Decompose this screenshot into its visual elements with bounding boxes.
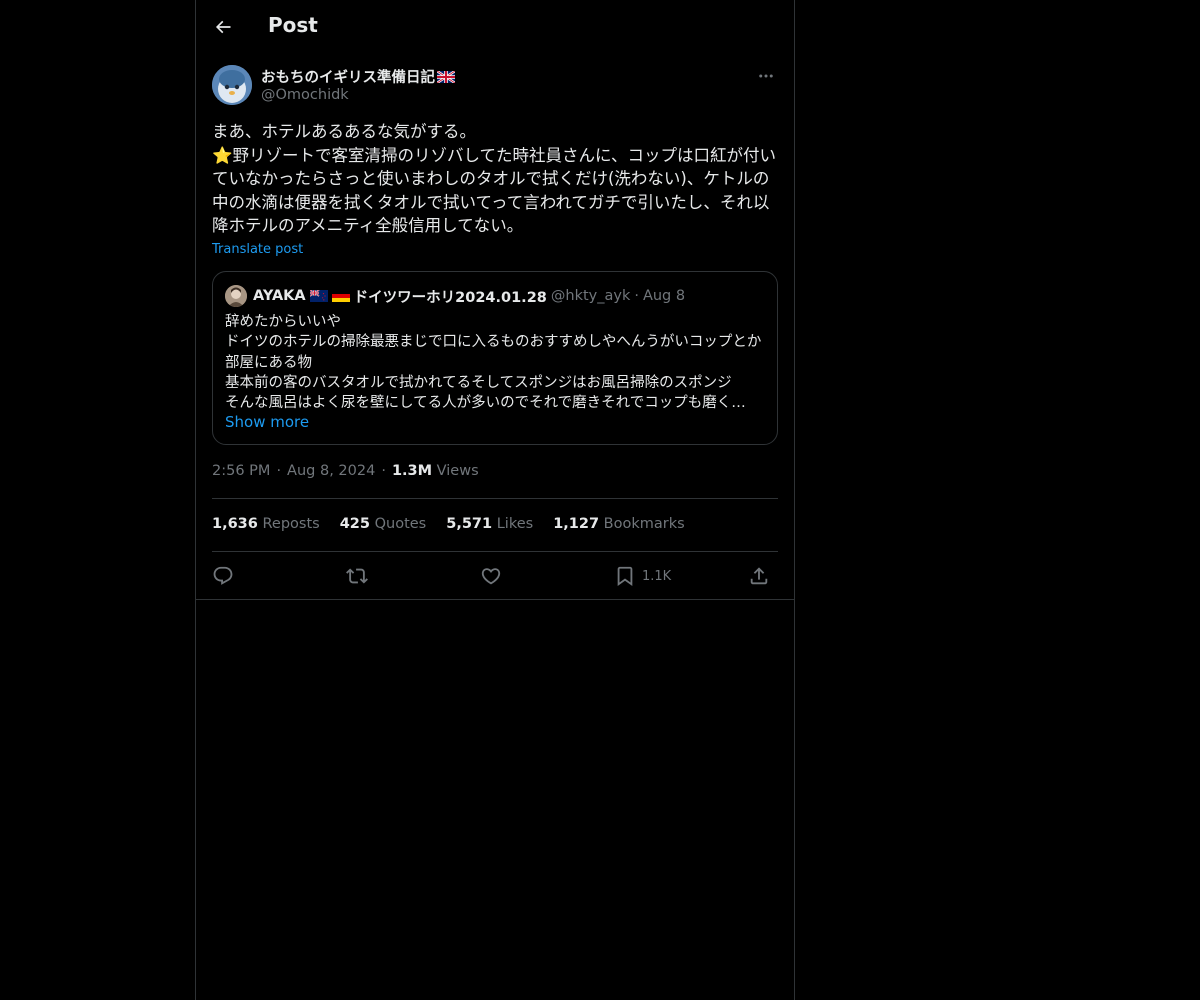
quoted-author-name-suffix: ドイツワーホリ2024.01.28 (353, 289, 547, 306)
share-button[interactable] (748, 563, 770, 589)
post-stats: 1,636 Reposts 425 Quotes 5,571 Likes 1,1… (212, 516, 685, 532)
repost-button[interactable] (346, 563, 368, 589)
like-button[interactable] (480, 563, 502, 589)
show-more-link[interactable]: Show more (225, 413, 309, 431)
post-header: Post (196, 0, 794, 53)
quotes-stat[interactable]: 425 Quotes (340, 516, 427, 532)
quoted-post-date: Aug 8 (642, 288, 686, 304)
post-date[interactable]: Aug 8, 2024 (287, 463, 375, 479)
share-icon (750, 567, 768, 585)
post-text: まあ、ホテルあるあるな気がする。 ⭐️野リゾートで客室清掃のリゾバしてた時社員さ… (212, 122, 777, 235)
divider (212, 498, 778, 499)
heart-icon (481, 568, 501, 585)
more-options-button[interactable] (754, 65, 778, 87)
author-name[interactable]: おもちのイギリス準備日記 (261, 66, 455, 87)
likes-count: 5,571 (446, 516, 493, 532)
author-name-text: おもちのイギリス準備日記 (261, 70, 435, 86)
uk-flag-icon (437, 70, 455, 83)
post-bottom-border (196, 599, 794, 600)
divider (212, 551, 778, 552)
bookmarks-label: Bookmarks (603, 516, 685, 532)
quoted-author-name: AYAKA (253, 288, 306, 304)
post-author: おもちのイギリス準備日記 @Omochidk (212, 65, 778, 107)
post-time[interactable]: 2:56 PM (212, 463, 270, 479)
post-actions: 1.1K (212, 563, 778, 589)
bookmarks-count: 1,127 (553, 516, 600, 532)
post-meta: 2:56 PM · Aug 8, 2024 · 1.3M Views (212, 463, 479, 479)
reply-button[interactable] (212, 563, 234, 589)
quotes-count: 425 (339, 516, 370, 532)
quoted-avatar-image (225, 285, 247, 307)
bookmark-count: 1.1K (642, 568, 672, 584)
views-label: Views (436, 463, 479, 479)
reply-icon (213, 566, 233, 585)
quotes-label: Quotes (374, 516, 427, 532)
likes-stat[interactable]: 5,571 Likes (446, 516, 533, 532)
page-title: Post (268, 13, 318, 37)
views-count: 1.3M (391, 463, 433, 479)
quoted-post[interactable]: AYAKA ドイツワーホリ2024.01.28 @hkty_ayk · Aug (212, 271, 778, 445)
avatar[interactable] (212, 65, 252, 105)
separator-dot: · (634, 288, 639, 304)
quoted-avatar (225, 285, 247, 307)
separator-dot: · (381, 463, 386, 479)
germany-flag-icon (331, 290, 350, 302)
quoted-author-handle: @hkty_ayk (550, 288, 631, 304)
quoted-post-text: 辞めたからいいや ドイツのホテルの掃除最悪まじで口に入るものおすすめしやへんうが… (225, 314, 762, 412)
bookmark-icon (617, 566, 633, 587)
translate-post-link[interactable]: Translate post (212, 242, 303, 257)
bookmarks-stat[interactable]: 1,127 Bookmarks (553, 516, 685, 532)
reposts-count: 1,636 (212, 516, 258, 532)
author-handle[interactable]: @Omochidk (261, 87, 349, 103)
reposts-label: Reposts (262, 516, 320, 532)
more-horizontal-icon (759, 74, 773, 78)
new-zealand-flag-icon (309, 290, 328, 302)
bookmark-button[interactable]: 1.1K (614, 563, 671, 589)
back-button[interactable] (208, 10, 238, 44)
avatar-image (212, 65, 252, 105)
separator-dot: · (276, 463, 282, 479)
repost-icon (346, 568, 368, 584)
quoted-post-header: AYAKA ドイツワーホリ2024.01.28 @hkty_ayk · Aug (225, 284, 765, 308)
arrow-left-icon (215, 20, 231, 34)
reposts-stat[interactable]: 1,636 Reposts (212, 516, 320, 532)
post-detail-column: Post おもちのイギリス準備日記 @Omochidk まあ、ホテルあるあるな気… (195, 0, 795, 1000)
likes-label: Likes (496, 516, 534, 532)
